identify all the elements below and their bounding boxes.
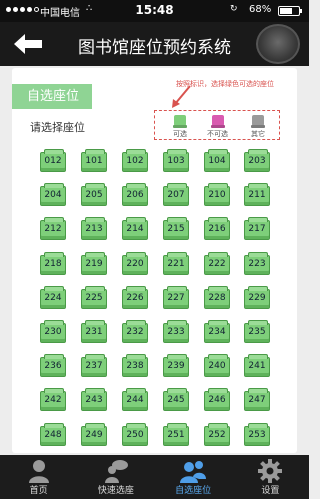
seat-237[interactable]: 237 bbox=[81, 354, 107, 377]
seat-012[interactable]: 012 bbox=[40, 149, 66, 172]
nav-bar: 图书馆座位预约系统 bbox=[0, 22, 309, 66]
rotation-lock-icon: ↻ bbox=[230, 4, 238, 14]
seat-104[interactable]: 104 bbox=[204, 149, 230, 172]
seat-206[interactable]: 206 bbox=[122, 183, 148, 206]
seat-229[interactable]: 229 bbox=[244, 286, 270, 309]
chat-person-icon bbox=[104, 460, 128, 483]
legend-unavailable: 不可选 bbox=[207, 115, 228, 139]
seat-249[interactable]: 249 bbox=[81, 423, 107, 446]
seat-247[interactable]: 247 bbox=[244, 388, 270, 411]
tab-bar: 首页 快速选座 自选座位 设置 bbox=[0, 455, 309, 499]
seat-233[interactable]: 233 bbox=[163, 320, 189, 343]
seat-102[interactable]: 102 bbox=[122, 149, 148, 172]
seat-238[interactable]: 238 bbox=[122, 354, 148, 377]
seat-205[interactable]: 205 bbox=[81, 183, 107, 206]
gear-icon bbox=[258, 459, 283, 483]
seat-231[interactable]: 231 bbox=[81, 320, 107, 343]
seat-245[interactable]: 245 bbox=[163, 388, 189, 411]
person-icon bbox=[28, 460, 49, 483]
tab-quick-select[interactable]: 快速选座 bbox=[77, 455, 154, 499]
seat-239[interactable]: 239 bbox=[163, 354, 189, 377]
seat-225[interactable]: 225 bbox=[81, 286, 107, 309]
seat-252[interactable]: 252 bbox=[204, 423, 230, 446]
seat-219[interactable]: 219 bbox=[81, 252, 107, 275]
tab-settings[interactable]: 设置 bbox=[232, 455, 309, 499]
seat-101[interactable]: 101 bbox=[81, 149, 107, 172]
seat-226[interactable]: 226 bbox=[122, 286, 148, 309]
seat-210[interactable]: 210 bbox=[204, 183, 230, 206]
legend: 可选 不可选 其它 bbox=[154, 110, 280, 140]
seat-234[interactable]: 234 bbox=[204, 320, 230, 343]
seat-215[interactable]: 215 bbox=[163, 217, 189, 240]
seat-244[interactable]: 244 bbox=[122, 388, 148, 411]
seat-248[interactable]: 248 bbox=[40, 423, 66, 446]
seat-214[interactable]: 214 bbox=[122, 217, 148, 240]
seat-253[interactable]: 253 bbox=[244, 423, 270, 446]
seat-204[interactable]: 204 bbox=[40, 183, 66, 206]
seat-221[interactable]: 221 bbox=[163, 252, 189, 275]
seat-241[interactable]: 241 bbox=[244, 354, 270, 377]
seat-103[interactable]: 103 bbox=[163, 149, 189, 172]
hint-arrow-icon bbox=[172, 85, 191, 108]
seat-220[interactable]: 220 bbox=[122, 252, 148, 275]
seat-207[interactable]: 207 bbox=[163, 183, 189, 206]
tab-label: 首页 bbox=[29, 486, 48, 496]
seat-250[interactable]: 250 bbox=[122, 423, 148, 446]
seat-216[interactable]: 216 bbox=[204, 217, 230, 240]
unavailable-swatch-icon bbox=[211, 115, 224, 126]
seat-217[interactable]: 217 bbox=[244, 217, 270, 240]
seat-218[interactable]: 218 bbox=[40, 252, 66, 275]
seat-222[interactable]: 222 bbox=[204, 252, 230, 275]
seat-211[interactable]: 211 bbox=[244, 183, 270, 206]
legend-other: 其它 bbox=[251, 115, 265, 139]
choose-seat-label: 请选择座位 bbox=[30, 121, 85, 134]
tab-label: 自选座位 bbox=[175, 486, 212, 496]
battery-icon bbox=[278, 6, 302, 16]
section-title: 自选座位 bbox=[12, 84, 92, 109]
tab-label: 快速选座 bbox=[97, 486, 134, 496]
seat-246[interactable]: 246 bbox=[204, 388, 230, 411]
available-swatch-icon bbox=[174, 115, 186, 126]
seat-232[interactable]: 232 bbox=[122, 320, 148, 343]
seat-243[interactable]: 243 bbox=[81, 388, 107, 411]
assistive-touch-button[interactable] bbox=[256, 24, 300, 64]
status-bar: 中国电信 ∴ 15:48 ↻ 68% bbox=[0, 0, 309, 22]
legend-available: 可选 bbox=[173, 115, 187, 139]
other-swatch-icon bbox=[252, 115, 264, 126]
seat-213[interactable]: 213 bbox=[81, 217, 107, 240]
battery-percent: 68% bbox=[249, 4, 272, 15]
seat-235[interactable]: 235 bbox=[244, 320, 270, 343]
seat-236[interactable]: 236 bbox=[40, 354, 66, 377]
seat-251[interactable]: 251 bbox=[163, 423, 189, 446]
seat-224[interactable]: 224 bbox=[40, 286, 66, 309]
seat-228[interactable]: 228 bbox=[204, 286, 230, 309]
tab-self-select[interactable]: 自选座位 bbox=[155, 455, 232, 499]
tab-label: 设置 bbox=[261, 486, 280, 496]
seat-227[interactable]: 227 bbox=[163, 286, 189, 309]
tab-home[interactable]: 首页 bbox=[0, 455, 77, 499]
seat-203[interactable]: 203 bbox=[244, 149, 270, 172]
seat-223[interactable]: 223 bbox=[244, 252, 270, 275]
seat-212[interactable]: 212 bbox=[40, 217, 66, 240]
seat-242[interactable]: 242 bbox=[40, 388, 66, 411]
seat-240[interactable]: 240 bbox=[204, 354, 230, 377]
seat-230[interactable]: 230 bbox=[40, 320, 66, 343]
people-icon bbox=[180, 461, 207, 483]
